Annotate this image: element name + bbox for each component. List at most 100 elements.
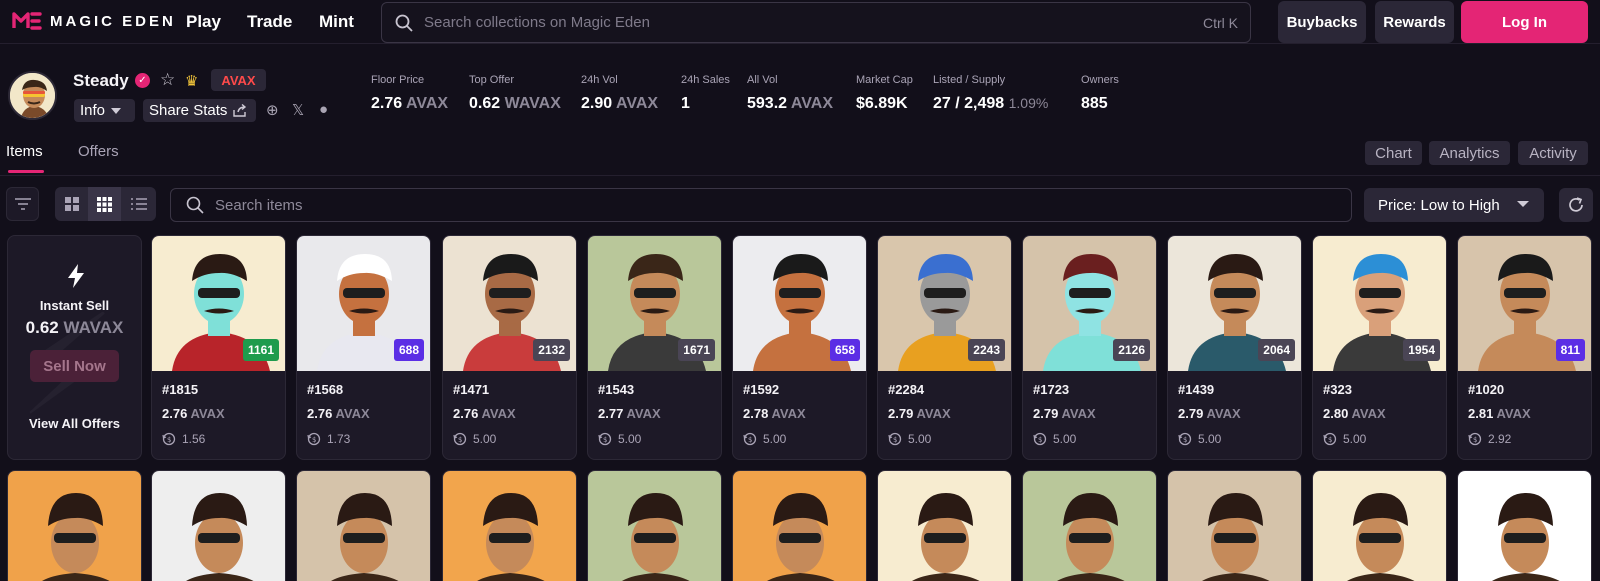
chevron-down-icon bbox=[111, 107, 122, 114]
last-sale-icon: $ bbox=[598, 432, 612, 446]
nft-card[interactable]: 658 #1592 2.78 AVAX $ 5.00 bbox=[732, 235, 867, 460]
search-icon bbox=[395, 14, 413, 32]
nft-name: #1439 bbox=[1178, 382, 1215, 397]
svg-text:$: $ bbox=[603, 436, 607, 444]
nft-card[interactable] bbox=[732, 470, 867, 581]
last-sale-icon: $ bbox=[453, 432, 467, 446]
svg-text:$: $ bbox=[1183, 436, 1187, 444]
nft-card[interactable]: 2132 #1471 2.76 AVAX $ 5.00 bbox=[442, 235, 577, 460]
grid-small-icon bbox=[97, 196, 112, 212]
buybacks-button[interactable]: Buybacks bbox=[1278, 1, 1366, 43]
collection-search-input[interactable]: Search collections on Magic Eden Ctrl K bbox=[381, 2, 1251, 43]
stat-label: Floor Price bbox=[371, 74, 425, 86]
brand-name: MAGIC EDEN bbox=[50, 12, 176, 30]
nft-last-sale: 2.92 bbox=[1488, 432, 1512, 446]
nft-image bbox=[443, 471, 576, 581]
nav-trade[interactable]: Trade bbox=[247, 12, 292, 32]
nft-card[interactable] bbox=[7, 470, 142, 581]
rarity-rank-badge: 2243 bbox=[968, 339, 1005, 361]
nft-card[interactable] bbox=[1457, 470, 1592, 581]
nft-card[interactable]: 2126 #1723 2.79 AVAX $ 5.00 bbox=[1022, 235, 1157, 460]
stat-all-vol: All Vol 593.2 AVAX bbox=[747, 74, 833, 113]
sort-dropdown[interactable]: Price: Low to High bbox=[1364, 188, 1544, 222]
nft-last-sale: 5.00 bbox=[618, 432, 642, 446]
stat-label: Top Offer bbox=[469, 74, 515, 86]
nft-image bbox=[1458, 471, 1591, 581]
nft-last-sale: 5.00 bbox=[908, 432, 932, 446]
tab-items[interactable]: Items bbox=[6, 143, 43, 160]
instant-sell-value: 0.62 bbox=[25, 318, 59, 337]
nft-card[interactable] bbox=[1312, 470, 1447, 581]
last-sale-icon: $ bbox=[1178, 432, 1192, 446]
nav-mint[interactable]: Mint bbox=[319, 12, 354, 32]
refresh-button[interactable] bbox=[1559, 188, 1593, 222]
tab-activity[interactable]: Activity bbox=[1518, 141, 1588, 165]
sell-now-button[interactable]: Sell Now bbox=[30, 350, 119, 382]
nft-card[interactable] bbox=[1167, 470, 1302, 581]
rarity-rank-badge: 1161 bbox=[242, 339, 279, 361]
stat-market-cap: Market Cap $6.89K bbox=[856, 74, 913, 113]
nft-card[interactable]: 1954 #323 2.80 AVAX $ 5.00 bbox=[1312, 235, 1447, 460]
nft-price-unit: AVAX bbox=[1351, 406, 1386, 421]
crown-icon: ♛ bbox=[185, 73, 199, 90]
nft-price-unit: AVAX bbox=[481, 406, 516, 421]
search-shortcut: Ctrl K bbox=[1203, 14, 1238, 31]
tab-chart[interactable]: Chart bbox=[1365, 141, 1422, 165]
nft-card[interactable]: 2243 #2284 2.79 AVAX $ 5.00 bbox=[877, 235, 1012, 460]
list-view-button[interactable] bbox=[121, 187, 156, 221]
nft-card[interactable]: 811 #1020 2.81 AVAX $ 2.92 bbox=[1457, 235, 1592, 460]
nft-card[interactable] bbox=[151, 470, 286, 581]
nav-play[interactable]: Play bbox=[186, 12, 221, 32]
nft-image bbox=[297, 471, 430, 581]
view-all-offers-link[interactable]: View All Offers bbox=[8, 416, 141, 431]
nft-price: 2.81 bbox=[1468, 406, 1494, 421]
nft-price: 2.79 bbox=[1178, 406, 1204, 421]
info-dropdown[interactable]: Info bbox=[74, 99, 135, 122]
share-stats-button[interactable]: Share Stats bbox=[143, 99, 256, 122]
nft-card[interactable]: 2064 #1439 2.79 AVAX $ 5.00 bbox=[1167, 235, 1302, 460]
stat-unit: AVAX bbox=[406, 95, 449, 112]
list-icon bbox=[130, 198, 147, 210]
nft-name: #2284 bbox=[888, 382, 925, 397]
last-sale-icon: $ bbox=[307, 432, 321, 446]
discord-icon[interactable]: ● bbox=[319, 101, 328, 118]
last-sale-icon: $ bbox=[162, 432, 176, 446]
star-icon[interactable]: ☆ bbox=[160, 70, 175, 90]
stat-value: 885 bbox=[1081, 95, 1108, 112]
rewards-button[interactable]: Rewards bbox=[1375, 1, 1454, 43]
nft-card[interactable] bbox=[877, 470, 1012, 581]
nft-card[interactable] bbox=[442, 470, 577, 581]
active-tab-indicator bbox=[8, 170, 44, 173]
nft-name: #1020 bbox=[1468, 382, 1505, 397]
svg-text:$: $ bbox=[1473, 436, 1477, 444]
grid-large-view-button[interactable] bbox=[55, 187, 88, 221]
nft-price: 2.76 bbox=[453, 406, 479, 421]
magic-eden-logo[interactable]: MAGIC EDEN bbox=[12, 10, 176, 32]
nft-card[interactable] bbox=[1022, 470, 1157, 581]
svg-text:$: $ bbox=[458, 436, 462, 444]
stat-value: $6.89K bbox=[856, 95, 908, 112]
nft-card[interactable] bbox=[587, 470, 722, 581]
top-navigation: MAGIC EDEN Play Trade Mint Search collec… bbox=[0, 0, 1600, 44]
nft-image bbox=[733, 471, 866, 581]
nft-price-unit: AVAX bbox=[771, 406, 806, 421]
login-button[interactable]: Log In bbox=[1461, 1, 1588, 43]
nft-card[interactable]: 688 #1568 2.76 AVAX $ 1.73 bbox=[296, 235, 431, 460]
items-search-input[interactable]: Search items bbox=[170, 188, 1352, 222]
filter-button[interactable] bbox=[6, 187, 39, 221]
tab-offers[interactable]: Offers bbox=[78, 143, 119, 160]
stat-floor-price: Floor Price 2.76 AVAX bbox=[371, 74, 448, 113]
grid-small-view-button[interactable] bbox=[88, 187, 121, 221]
nft-card[interactable]: 1161 #1815 2.76 AVAX $ 1.56 bbox=[151, 235, 286, 460]
sort-selected-value: Price: Low to High bbox=[1378, 196, 1500, 214]
nft-card[interactable]: 1671 #1543 2.77 AVAX $ 5.00 bbox=[587, 235, 722, 460]
tab-analytics[interactable]: Analytics bbox=[1429, 141, 1510, 165]
x-twitter-icon[interactable]: 𝕏 bbox=[292, 101, 304, 119]
globe-icon[interactable]: ⊕ bbox=[266, 101, 279, 119]
stat-value: 27 / 2,498 bbox=[933, 95, 1005, 112]
nft-last-sale: 1.56 bbox=[182, 432, 206, 446]
nft-card[interactable] bbox=[296, 470, 431, 581]
rarity-rank-badge: 1671 bbox=[678, 339, 715, 361]
nft-name: #1568 bbox=[307, 382, 344, 397]
grid-large-icon bbox=[64, 197, 79, 211]
